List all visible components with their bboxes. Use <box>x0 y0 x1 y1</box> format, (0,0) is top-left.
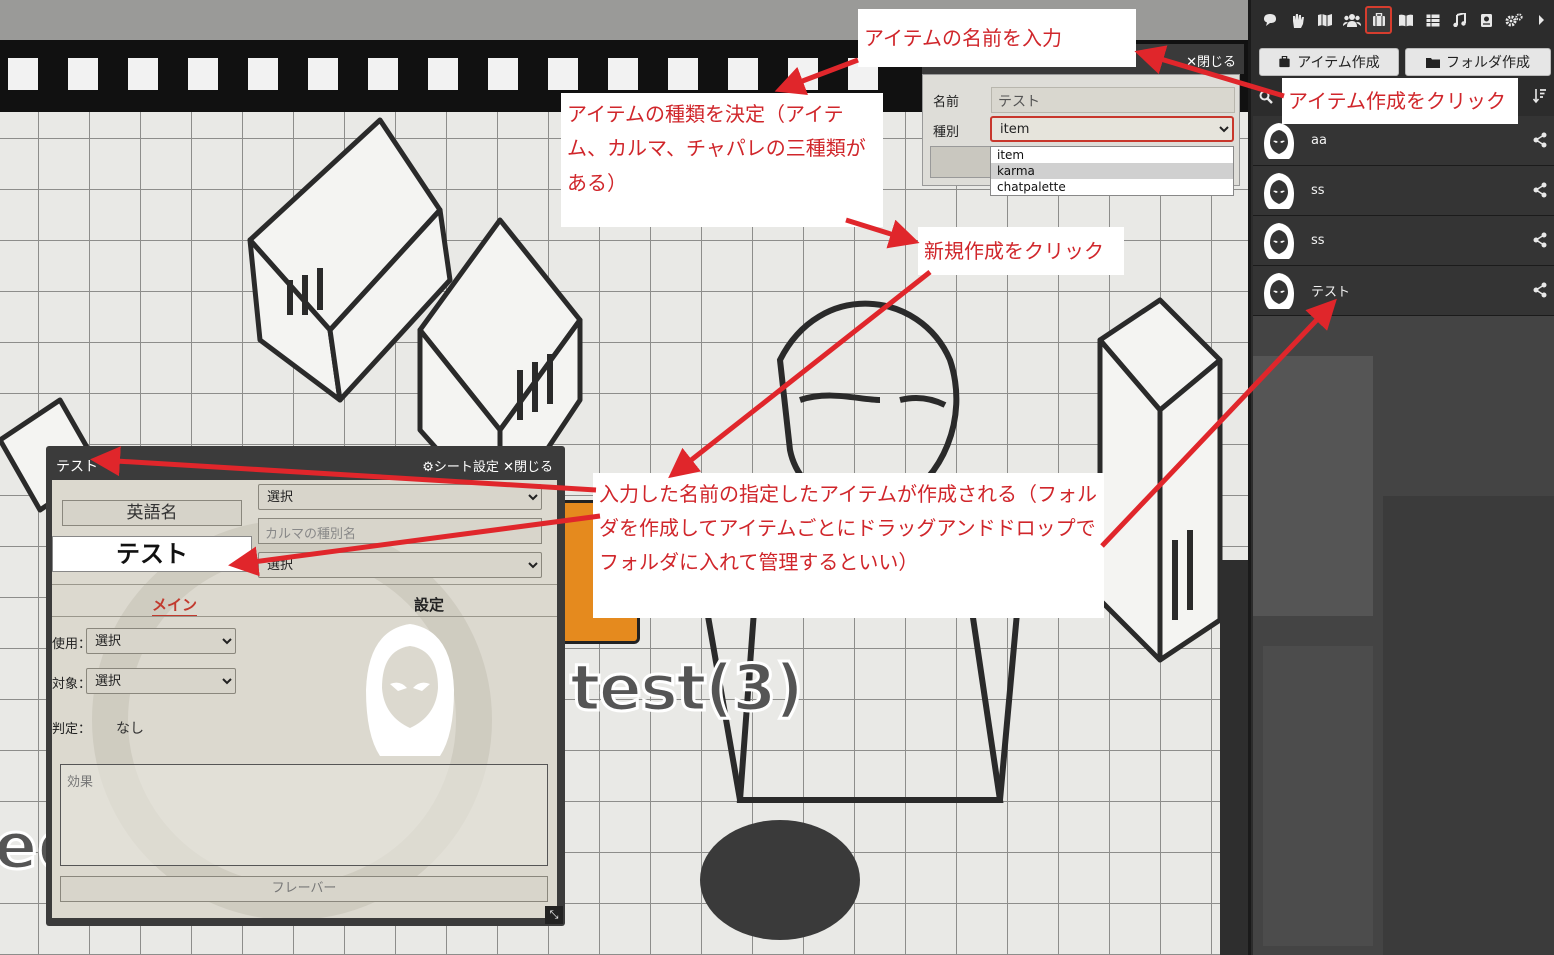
item-type-dropdown-list: item karma chatpalette <box>990 146 1234 196</box>
item-name: ss <box>1311 183 1325 198</box>
english-name-field[interactable]: 英語名 <box>62 500 242 526</box>
chevron-right-icon[interactable] <box>1527 6 1554 34</box>
item-sheet-window: テスト ⚙シート設定 ✕閉じる 英語名 テスト 選択 カルマの種別名 選択 メイ… <box>46 446 565 926</box>
token-name-label: test(3) <box>569 651 806 728</box>
note-icon[interactable] <box>1473 6 1500 34</box>
judge-value: なし <box>116 721 144 737</box>
new-create-button[interactable] <box>930 146 998 178</box>
sheet-settings-button[interactable]: ⚙シート設定 <box>422 460 499 475</box>
hooded-avatar-icon <box>1264 122 1294 159</box>
search-icon[interactable] <box>1259 90 1273 104</box>
subcategory-select[interactable]: 選択 <box>258 552 542 578</box>
right-sidebar: アイテム作成 フォルダ作成 aa ss ss テスト <box>1248 0 1554 955</box>
create-item-button[interactable]: アイテム作成 <box>1259 48 1399 76</box>
gears-icon[interactable] <box>1500 6 1527 34</box>
create-folder-label: フォルダ作成 <box>1446 55 1530 71</box>
item-name-input[interactable]: テスト <box>991 87 1235 113</box>
list-item[interactable]: テスト <box>1253 266 1554 316</box>
sheet-title: テスト <box>56 459 98 475</box>
music-icon[interactable] <box>1446 6 1473 34</box>
sheet-content: 英語名 テスト 選択 カルマの種別名 選択 メイン 設定 使用： 選択 対象： … <box>52 480 557 918</box>
annotation-decide-type: アイテムの種類を決定（アイテム、カルマ、チャパレの三種類がある） <box>561 93 883 227</box>
annotation-click-new: 新規作成をクリック <box>918 227 1124 275</box>
hooded-avatar-icon <box>1264 172 1294 209</box>
karma-type-name-input[interactable]: カルマの種別名 <box>258 518 542 544</box>
map-icon[interactable] <box>1311 6 1338 34</box>
flavor-field[interactable]: フレーバー <box>60 876 548 902</box>
table-icon[interactable] <box>1419 6 1446 34</box>
tab-settings[interactable]: 設定 <box>414 594 444 615</box>
use-select[interactable]: 選択 <box>86 628 236 654</box>
share-icon[interactable] <box>1533 232 1547 248</box>
chat-icon[interactable] <box>1257 6 1284 34</box>
hooded-avatar-icon <box>1264 272 1294 309</box>
target-select[interactable]: 選択 <box>86 668 236 694</box>
item-box-icon[interactable] <box>1365 6 1392 34</box>
sheet-settings-label: シート設定 <box>433 460 499 475</box>
sidebar-empty-area <box>1253 316 1554 955</box>
item-type-select[interactable]: item <box>990 116 1234 142</box>
annotation-click-create: アイテム作成をクリック <box>1282 78 1518 124</box>
category-select[interactable]: 選択 <box>258 484 542 510</box>
item-name: テスト <box>1311 285 1351 300</box>
folder-icon <box>1426 57 1440 68</box>
share-icon[interactable] <box>1533 182 1547 198</box>
gear-icon: ⚙ <box>422 460 434 475</box>
list-item[interactable]: ss <box>1253 166 1554 216</box>
sheet-header-actions: ⚙シート設定 ✕閉じる <box>422 456 553 475</box>
tab-main[interactable]: メイン <box>152 594 198 617</box>
item-box-icon <box>1279 56 1290 68</box>
book-icon[interactable] <box>1392 6 1419 34</box>
divider <box>52 616 557 617</box>
list-item[interactable]: ss <box>1253 216 1554 266</box>
item-name: aa <box>1311 133 1327 148</box>
create-panel-close-button[interactable]: ✕閉じる <box>1186 51 1236 70</box>
annotation-result: 入力した名前の指定したアイテムが作成される（フォルダを作成してアイテムごとにドラ… <box>593 473 1104 618</box>
close-label: 閉じる <box>1196 55 1236 70</box>
item-name-field[interactable]: テスト <box>52 536 252 572</box>
effect-textarea[interactable]: 効果 <box>60 764 548 866</box>
share-icon[interactable] <box>1533 132 1547 148</box>
annotation-enter-name: アイテムの名前を入力 <box>858 9 1136 67</box>
users-icon[interactable] <box>1338 6 1365 34</box>
sheet-close-label: 閉じる <box>513 460 553 475</box>
divider <box>52 584 557 585</box>
create-folder-button[interactable]: フォルダ作成 <box>1405 48 1551 76</box>
judge-label: 判定： <box>52 722 92 737</box>
create-item-label: アイテム作成 <box>1297 55 1380 71</box>
item-name: ss <box>1311 233 1325 248</box>
sidebar-toolbar <box>1251 4 1554 36</box>
sheet-close-button[interactable]: ✕閉じる <box>503 460 553 475</box>
resize-handle-icon[interactable]: ⤡ <box>545 906 563 924</box>
hooded-avatar-icon <box>1264 222 1294 259</box>
item-list: aa ss ss テスト <box>1253 116 1554 316</box>
share-icon[interactable] <box>1533 282 1547 298</box>
hand-icon[interactable] <box>1284 6 1311 34</box>
dropdown-option-karma[interactable]: karma <box>991 163 1233 179</box>
sort-icon[interactable] <box>1533 88 1547 104</box>
dropdown-option-chatpalette[interactable]: chatpalette <box>991 179 1233 195</box>
type-label: 種別 <box>933 125 960 140</box>
hooded-portrait-icon[interactable] <box>354 620 466 760</box>
dropdown-option-item[interactable]: item <box>991 147 1233 163</box>
name-label: 名前 <box>933 95 960 110</box>
